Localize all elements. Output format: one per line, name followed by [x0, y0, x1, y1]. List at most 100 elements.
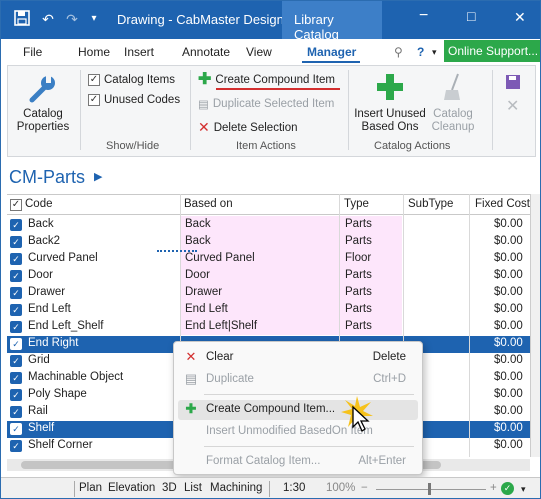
zoom-out-icon[interactable]: − — [361, 482, 368, 494]
zoom-in-icon[interactable]: + — [490, 482, 497, 494]
row-checkbox[interactable]: ✓ — [10, 372, 22, 384]
table-row[interactable]: ✓ End Left_Shelf End Left|Shelf Parts $0.00 — [7, 319, 530, 336]
save-icon[interactable] — [13, 10, 31, 28]
online-support-button[interactable]: Online Support... — [444, 40, 540, 62]
context-clear[interactable]: ✕ Clear Delete — [178, 348, 418, 368]
section-title[interactable]: CM-Parts ▶ — [9, 167, 102, 188]
context-insert-unmodified[interactable]: Insert Unmodified BasedOn Item — [178, 422, 418, 442]
maximize-button[interactable]: □ — [467, 8, 475, 24]
table-row[interactable]: ✓ Door Door Parts $0.00 — [7, 268, 530, 285]
view-tab-elevation[interactable]: Elevation — [108, 482, 155, 494]
menu-view[interactable]: View — [246, 45, 272, 59]
view-tab-machining[interactable]: Machining — [210, 482, 262, 494]
column-header-based-on[interactable]: Based on — [184, 198, 233, 210]
large-plus-icon — [352, 72, 428, 108]
cell-code: Back — [28, 218, 54, 230]
row-checkbox[interactable]: ✓ — [10, 304, 22, 316]
catalog-properties-button[interactable]: Catalog Properties — [12, 72, 74, 134]
row-checkbox[interactable]: ✓ — [10, 219, 22, 231]
insert-unused-based-ons-button[interactable]: Insert Unused Based Ons — [352, 72, 428, 134]
menu-file[interactable]: File — [23, 45, 42, 59]
context-menu: ✕ Clear Delete ▤ Duplicate Ctrl+D ✚ Crea… — [173, 341, 423, 475]
minimize-button[interactable]: − — [419, 7, 428, 25]
menu-separator — [204, 394, 414, 395]
row-checkbox[interactable]: ✓ — [10, 338, 22, 350]
show-hide-group-label: Show/Hide — [106, 140, 160, 152]
help-dropdown-icon[interactable]: ▾ — [432, 47, 437, 58]
cell-fixed-cost: $0.00 — [494, 252, 523, 264]
close-button[interactable]: ✕ — [514, 9, 526, 26]
unused-codes-checkbox[interactable]: ✓ Unused Codes — [88, 94, 180, 106]
duplicate-icon: ▤ — [198, 99, 209, 111]
insert-unused-label-1: Insert Unused — [354, 108, 426, 120]
row-checkbox[interactable]: ✓ — [10, 270, 22, 282]
column-header-fixed-cost[interactable]: Fixed Cost — [475, 198, 530, 210]
table-row[interactable]: ✓ End Left End Left Parts $0.00 — [7, 302, 530, 319]
row-checkbox[interactable]: ✓ — [10, 423, 22, 435]
table-row[interactable]: ✓ Curved Panel Curved Panel Floor $0.00 — [7, 251, 530, 268]
cell-fixed-cost: $0.00 — [494, 337, 523, 349]
menu-home[interactable]: Home — [78, 45, 110, 59]
menu-annotate[interactable]: Annotate — [182, 45, 230, 59]
quick-access-dropdown-icon[interactable]: ▾ — [85, 10, 103, 28]
cell-code: Grid — [28, 354, 50, 366]
cell-code: Poly Shape — [28, 388, 87, 400]
duplicate-selected-item-button[interactable]: ▤ Duplicate Selected Item — [198, 97, 334, 111]
cell-code: Door — [28, 269, 53, 281]
menu-insert[interactable]: Insert — [124, 45, 154, 59]
view-tab-plan[interactable]: Plan — [79, 482, 102, 494]
save-catalog-icon[interactable] — [505, 74, 521, 93]
mouse-pointer-icon — [351, 405, 371, 436]
select-all-checkbox[interactable]: ✓ — [10, 199, 22, 211]
row-checkbox[interactable]: ✓ — [10, 236, 22, 248]
catalog-name: CM-Parts — [9, 167, 85, 187]
row-checkbox[interactable]: ✓ — [10, 321, 22, 333]
help-search-icon[interactable]: ⚲ — [394, 45, 403, 59]
close-catalog-icon[interactable]: ✕ — [506, 96, 519, 116]
row-checkbox[interactable]: ✓ — [10, 389, 22, 401]
catalog-cleanup-label-2: Cleanup — [431, 121, 475, 133]
context-format-catalog-item[interactable]: Format Catalog Item... Alt+Enter — [178, 452, 418, 472]
table-row[interactable]: ✓ Drawer Drawer Parts $0.00 — [7, 285, 530, 302]
view-tab-3d[interactable]: 3D — [162, 482, 177, 494]
column-header-code[interactable]: Code — [25, 198, 53, 210]
context-create-compound[interactable]: ✚ Create Compound Item... — [178, 400, 418, 420]
column-header-type[interactable]: Type — [344, 198, 369, 210]
view-tab-list[interactable]: List — [184, 482, 202, 494]
column-header-subtype[interactable]: SubType — [408, 198, 453, 210]
undo-icon[interactable]: ↶ — [39, 10, 57, 28]
wrench-icon — [12, 72, 74, 108]
table-row[interactable]: ✓ Back2 Back Parts $0.00 — [7, 234, 530, 251]
row-checkbox[interactable]: ✓ — [10, 253, 22, 265]
check-icon: ✓ — [88, 74, 100, 86]
delete-selection-button[interactable]: ✕ Delete Selection — [198, 119, 297, 136]
catalog-cleanup-button[interactable]: Catalog Cleanup — [428, 72, 478, 134]
table-row[interactable]: ✓ Back Back Parts $0.00 — [7, 217, 530, 234]
row-checkbox[interactable]: ✓ — [10, 440, 22, 452]
cell-based-on: Back — [185, 235, 211, 247]
cell-fixed-cost: $0.00 — [494, 354, 523, 366]
cell-fixed-cost: $0.00 — [494, 218, 523, 230]
clear-x-icon: ✕ — [185, 349, 197, 364]
help-icon[interactable]: ? — [417, 45, 424, 59]
row-checkbox[interactable]: ✓ — [10, 355, 22, 367]
cell-code: End Left — [28, 303, 71, 315]
cell-based-on: Curved Panel — [185, 252, 255, 264]
row-checkbox[interactable]: ✓ — [10, 287, 22, 299]
format-shortcut: Alt+Enter — [358, 455, 406, 467]
create-compound-item-button[interactable]: ✚ Create Compound Item — [198, 72, 335, 88]
clear-shortcut: Delete — [372, 351, 406, 363]
redo-icon[interactable]: ↷ — [63, 10, 81, 28]
row-checkbox[interactable]: ✓ — [10, 406, 22, 418]
menu-manager[interactable]: Manager — [307, 45, 356, 59]
library-catalog-context-tab[interactable]: Library Catalog — [282, 1, 382, 42]
duplicate-selected-label: Duplicate Selected Item — [212, 98, 335, 110]
zoom-slider[interactable] — [376, 489, 486, 490]
expand-arrow-icon[interactable]: ▶ — [94, 171, 102, 183]
status-dropdown-icon[interactable]: ▾ — [521, 484, 526, 495]
catalog-items-checkbox[interactable]: ✓ Catalog Items — [88, 74, 175, 86]
catalog-properties-label-1: Catalog — [23, 108, 63, 120]
context-duplicate[interactable]: ▤ Duplicate Ctrl+D — [178, 370, 418, 390]
zoom-slider-thumb[interactable] — [428, 483, 431, 495]
vertical-scrollbar[interactable] — [530, 194, 540, 457]
